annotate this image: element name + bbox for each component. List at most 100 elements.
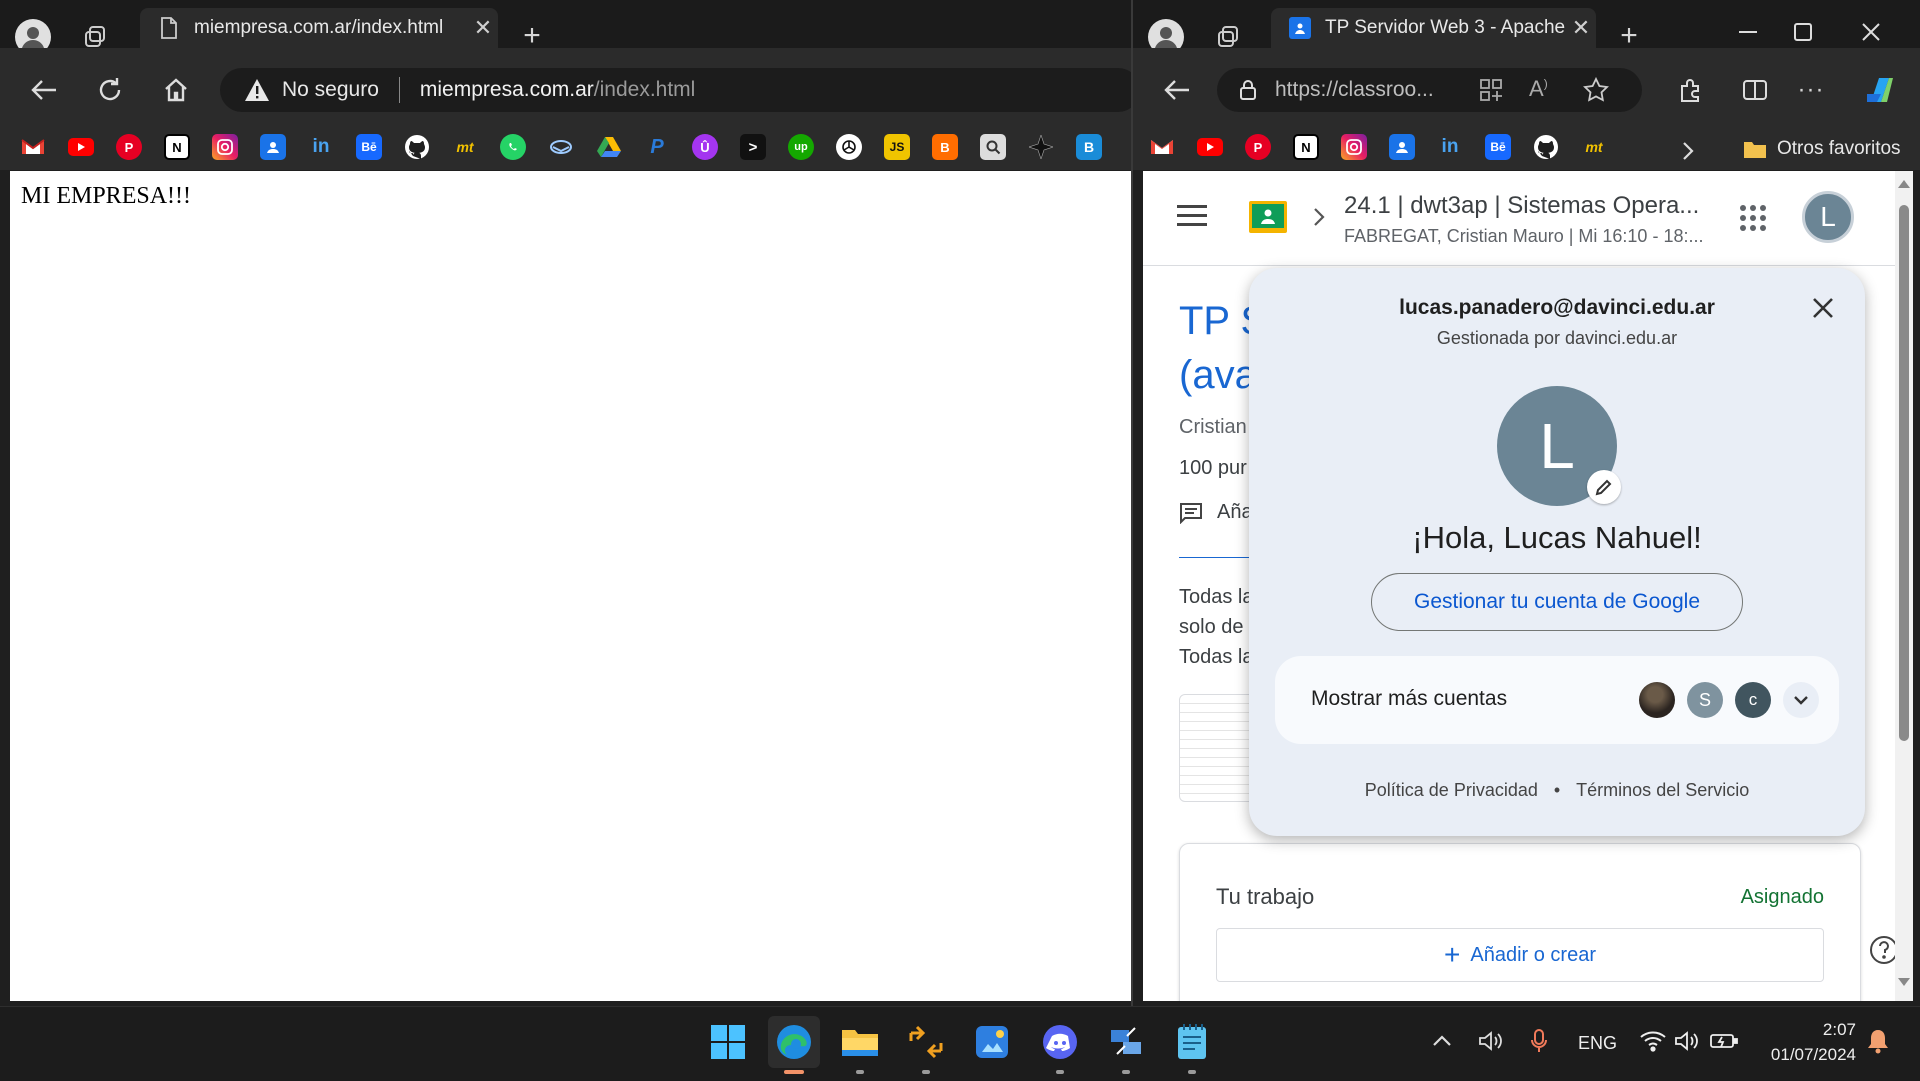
network-tool-icon[interactable]	[1100, 1016, 1152, 1068]
expand-chevron-icon[interactable]	[1783, 682, 1819, 718]
github-icon[interactable]	[1533, 134, 1559, 160]
volume-tray-icon[interactable]	[1478, 1030, 1504, 1057]
blogger-icon[interactable]: B	[932, 134, 958, 160]
gmail-icon[interactable]	[20, 134, 46, 160]
add-or-create-button[interactable]: + Añadir o crear	[1216, 928, 1824, 982]
discord-icon[interactable]	[1034, 1016, 1086, 1068]
tool-app-indicator	[922, 1070, 930, 1074]
read-aloud-icon[interactable]: A)	[1529, 76, 1548, 102]
drive-icon[interactable]	[596, 134, 622, 160]
start-icon[interactable]	[702, 1016, 754, 1068]
bootstrap-icon[interactable]: B	[1076, 134, 1102, 160]
extensions-icon[interactable]	[1673, 72, 1709, 108]
notion-icon[interactable]: N	[164, 134, 190, 160]
tool-app-icon[interactable]	[900, 1016, 952, 1068]
notion-icon[interactable]: N	[1293, 134, 1319, 160]
youtube-icon[interactable]	[68, 138, 94, 156]
left-refresh-icon[interactable]	[92, 72, 128, 108]
more-accounts-row[interactable]: Mostrar más cuentas S C	[1275, 656, 1839, 744]
clock-date[interactable]: 01/07/2024	[1756, 1045, 1856, 1065]
bookmarks-chevron-icon[interactable]	[1673, 132, 1703, 170]
behance-icon[interactable]: Bē	[1485, 134, 1511, 160]
left-active-tab[interactable]: miempresa.com.ar/index.html ✕	[140, 8, 498, 48]
edit-photo-icon[interactable]	[1587, 470, 1621, 504]
mt-icon[interactable]: mt	[1581, 134, 1607, 160]
security-label[interactable]: No seguro	[282, 78, 379, 102]
linkedin-icon[interactable]: in	[1437, 134, 1463, 160]
scroll-up-arrow[interactable]	[1898, 180, 1910, 188]
scroll-down-arrow[interactable]	[1898, 978, 1910, 986]
class-comment[interactable]: Aña	[1179, 501, 1253, 524]
terminal-icon[interactable]: >	[740, 134, 766, 160]
contacts-icon[interactable]	[260, 134, 286, 160]
instagram-icon[interactable]	[1341, 134, 1367, 160]
left-back-icon[interactable]	[26, 72, 62, 108]
linkedin-icon[interactable]: in	[308, 134, 334, 160]
left-tab-close-icon[interactable]: ✕	[468, 15, 498, 41]
network-tool-indicator	[1122, 1070, 1130, 1074]
discord-indicator	[1056, 1070, 1064, 1074]
bookmark-icon[interactable]	[548, 134, 574, 160]
mt-icon[interactable]: mt	[452, 134, 478, 160]
right-active-tab[interactable]: TP Servidor Web 3 - Apache ✕	[1271, 8, 1596, 48]
maximize-icon[interactable]	[1783, 14, 1823, 50]
notification-bell-icon[interactable]	[1866, 1028, 1890, 1059]
chatgpt-icon[interactable]	[836, 134, 862, 160]
terms-link[interactable]: Términos del Servicio	[1576, 780, 1749, 801]
right-tab-close-icon[interactable]: ✕	[1566, 15, 1596, 41]
paypal-icon[interactable]: P	[644, 134, 670, 160]
file-explorer-icon[interactable]	[834, 1016, 886, 1068]
classroom-logo-icon[interactable]	[1249, 201, 1287, 238]
whatsapp-icon[interactable]	[500, 134, 526, 160]
youtube-icon[interactable]	[1197, 138, 1223, 156]
pinterest-icon[interactable]: P	[1245, 134, 1271, 160]
split-screen-icon[interactable]	[1737, 72, 1773, 108]
paint-app-icon[interactable]	[966, 1016, 1018, 1068]
speaker-icon[interactable]	[1674, 1030, 1700, 1057]
your-work-card: Tu trabajo Asignado + Añadir o crear	[1179, 843, 1861, 1001]
notepad-icon[interactable]	[1166, 1016, 1218, 1068]
left-home-icon[interactable]	[158, 72, 194, 108]
search-icon[interactable]	[980, 134, 1006, 160]
upwork-icon[interactable]: up	[788, 134, 814, 160]
popup-close-icon[interactable]	[1811, 296, 1835, 325]
right-back-icon[interactable]	[1159, 72, 1195, 108]
other-bookmarks[interactable]: Otros favoritos	[1743, 134, 1901, 164]
udemy-icon[interactable]: Û	[692, 134, 718, 160]
battery-icon[interactable]	[1710, 1032, 1738, 1055]
close-window-icon[interactable]	[1851, 14, 1891, 50]
js-icon[interactable]: JS	[884, 134, 910, 160]
favorite-star-icon[interactable]	[1583, 76, 1609, 109]
github-icon[interactable]	[404, 134, 430, 160]
breadcrumb-chevron-icon	[1313, 207, 1325, 232]
microphone-icon[interactable]	[1530, 1028, 1548, 1059]
lock-icon[interactable]	[1239, 79, 1257, 101]
language-indicator[interactable]: ENG	[1578, 1033, 1617, 1054]
course-title[interactable]: 24.1 | dwt3ap | Sistemas Opera...	[1344, 192, 1699, 220]
right-address-bar[interactable]: https://classroo... A)	[1217, 68, 1642, 112]
minimize-icon[interactable]	[1728, 14, 1768, 50]
privacy-link[interactable]: Política de Privacidad	[1365, 780, 1538, 801]
manage-account-button[interactable]: Gestionar tu cuenta de Google	[1371, 573, 1743, 631]
managed-by: Gestionada por davinci.edu.ar	[1436, 328, 1678, 348]
left-address-bar[interactable]: No seguro miempresa.com.ar/index.html	[220, 68, 1131, 112]
warning-icon[interactable]	[244, 78, 270, 102]
hamburger-menu-icon[interactable]	[1177, 205, 1207, 232]
contacts-icon[interactable]	[1389, 134, 1415, 160]
wifi-icon[interactable]	[1640, 1030, 1666, 1057]
show-hidden-icons[interactable]	[1432, 1034, 1452, 1052]
page-heading: MI EMPRESA!!!	[21, 183, 192, 209]
apps-available-icon[interactable]	[1479, 78, 1503, 108]
copilot-icon[interactable]	[1861, 70, 1901, 110]
star4-icon[interactable]	[1028, 134, 1054, 160]
pinterest-icon[interactable]: P	[116, 134, 142, 160]
edge-icon[interactable]	[768, 1016, 820, 1068]
behance-icon[interactable]: Bē	[356, 134, 382, 160]
header-avatar[interactable]: L	[1802, 191, 1854, 243]
gmail-icon[interactable]	[1149, 134, 1175, 160]
scrollbar-thumb[interactable]	[1899, 205, 1909, 741]
more-menu-icon[interactable]: ···	[1793, 72, 1829, 108]
clock-time[interactable]: 2:07	[1756, 1020, 1856, 1040]
google-apps-icon[interactable]	[1740, 205, 1766, 236]
instagram-icon[interactable]	[212, 134, 238, 160]
